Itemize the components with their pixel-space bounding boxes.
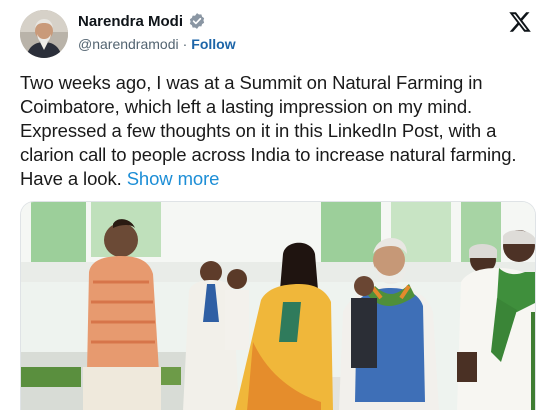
avatar[interactable] (20, 10, 68, 58)
tweet-media-photo[interactable] (20, 201, 536, 410)
avatar-image (20, 10, 68, 58)
tweet-body: Two weeks ago, I was at a Summit on Natu… (20, 72, 517, 189)
name-row: Narendra Modi (78, 12, 206, 30)
tweet-text: Two weeks ago, I was at a Summit on Natu… (20, 71, 538, 191)
verified-badge-icon (188, 12, 206, 30)
x-logo-icon[interactable] (508, 10, 532, 34)
user-handle[interactable]: @narendramodi (78, 36, 179, 52)
handle-row: @narendramodi · Follow (78, 36, 236, 52)
follow-button[interactable]: Follow (191, 36, 235, 52)
display-name[interactable]: Narendra Modi (78, 13, 183, 30)
show-more-link[interactable]: Show more (127, 168, 220, 189)
tweet-card: Narendra Modi @narendramodi · Follow Two… (0, 0, 550, 410)
photo-image (21, 202, 535, 410)
separator-dot: · (182, 36, 188, 52)
